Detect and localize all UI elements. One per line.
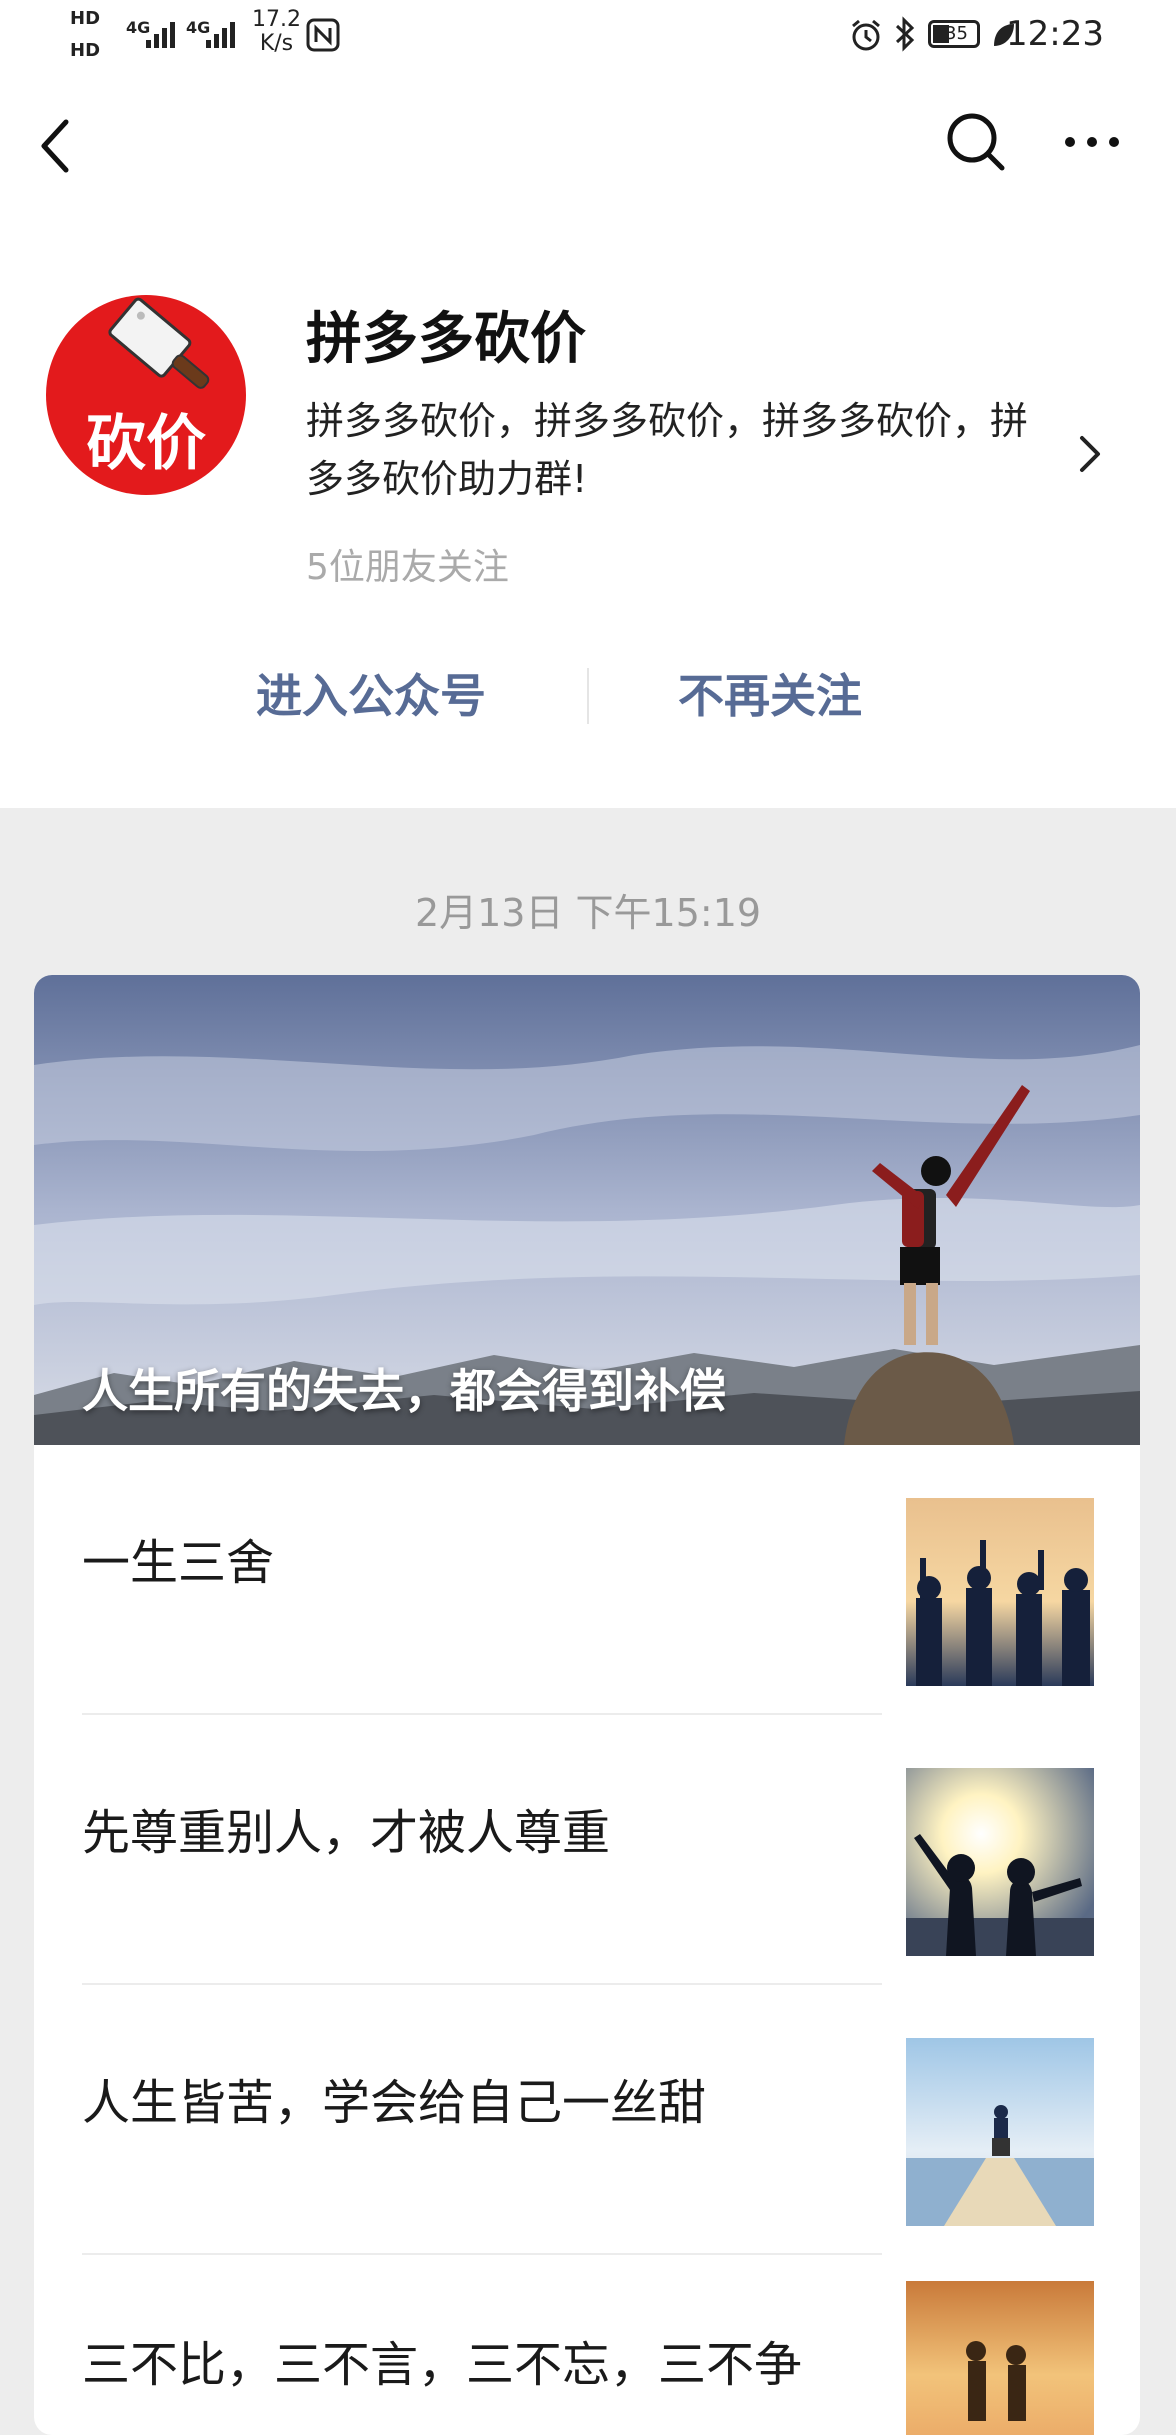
clock: 12:23 — [1006, 14, 1104, 54]
article-title: 一生三舍 — [82, 1535, 275, 1591]
account-description[interactable]: 拼多多砍价，拼多多砍价，拼多多砍价，拼多多砍价助力群! — [306, 392, 1046, 508]
action-divider — [587, 668, 589, 724]
account-name: 拼多多砍价 — [306, 307, 586, 372]
back-icon[interactable] — [36, 118, 76, 174]
article-thumbnail — [906, 2281, 1094, 2435]
article-row[interactable]: 一生三舍 — [34, 1445, 1140, 1715]
search-icon[interactable] — [944, 110, 1008, 174]
battery-level: 35 — [945, 23, 968, 44]
nav-bar — [0, 90, 1176, 200]
signal2-icon — [206, 18, 235, 48]
more-dots-icon[interactable] — [1064, 134, 1120, 150]
article-row[interactable]: 三不比，三不言，三不忘，三不争 — [34, 2255, 1140, 2435]
hd2-label: HD — [70, 40, 101, 61]
hd1-label: HD — [70, 8, 101, 29]
article-thumbnail — [906, 1768, 1094, 1956]
article-row[interactable]: 人生皆苦，学会给自己一丝甜 — [34, 1985, 1140, 2255]
net-speed-value: 17.2 — [252, 7, 301, 32]
sunlight-friends-image — [906, 1768, 1094, 1956]
couple-sunset-image — [906, 2281, 1094, 2435]
post-date: 2月13日 下午15:19 — [414, 891, 762, 935]
article-title: 人生皆苦，学会给自己一丝甜 — [82, 2075, 707, 2131]
road-traveler-image — [906, 2038, 1094, 2226]
article-thumbnail — [906, 1498, 1094, 1686]
silhouettes-sunset-image — [906, 1498, 1094, 1686]
net-speed: 17.2 K/s — [252, 8, 301, 56]
nfc-icon — [306, 18, 340, 52]
account-header: HD HD 4G 4G 17.2 K/s 35 12:23 砍价 拼多多砍价 拼… — [0, 0, 1176, 808]
chevron-right-icon[interactable] — [1072, 432, 1108, 476]
article-title: 三不比，三不言，三不忘，三不争 — [82, 2337, 803, 2393]
net-speed-unit: K/s — [259, 31, 294, 56]
cover-title: 人生所有的失去，都会得到补偿 — [82, 1364, 726, 1418]
bluetooth-icon — [895, 16, 915, 52]
cleaver-icon — [108, 297, 210, 389]
article-card: 人生所有的失去，都会得到补偿 一生三舍 先尊重别人，才被人尊重 人生皆苦，学会给… — [34, 975, 1140, 2435]
battery-icon: 35 — [928, 20, 980, 48]
article-title: 先尊重别人，才被人尊重 — [82, 1805, 611, 1861]
cover-article[interactable]: 人生所有的失去，都会得到补偿 — [34, 975, 1140, 1445]
avatar[interactable]: 砍价 — [46, 295, 246, 495]
article-row[interactable]: 先尊重别人，才被人尊重 — [34, 1715, 1140, 1985]
unfollow-button[interactable]: 不再关注 — [678, 660, 862, 726]
avatar-text: 砍价 — [86, 409, 206, 479]
enter-account-button[interactable]: 进入公众号 — [256, 660, 486, 726]
followers-count: 5位朋友关注 — [306, 547, 509, 588]
article-thumbnail — [906, 2038, 1094, 2226]
signal1-icon — [146, 18, 175, 48]
alarm-icon — [852, 19, 880, 51]
status-bar: HD HD 4G 4G 17.2 K/s 35 12:23 — [0, 0, 1176, 70]
